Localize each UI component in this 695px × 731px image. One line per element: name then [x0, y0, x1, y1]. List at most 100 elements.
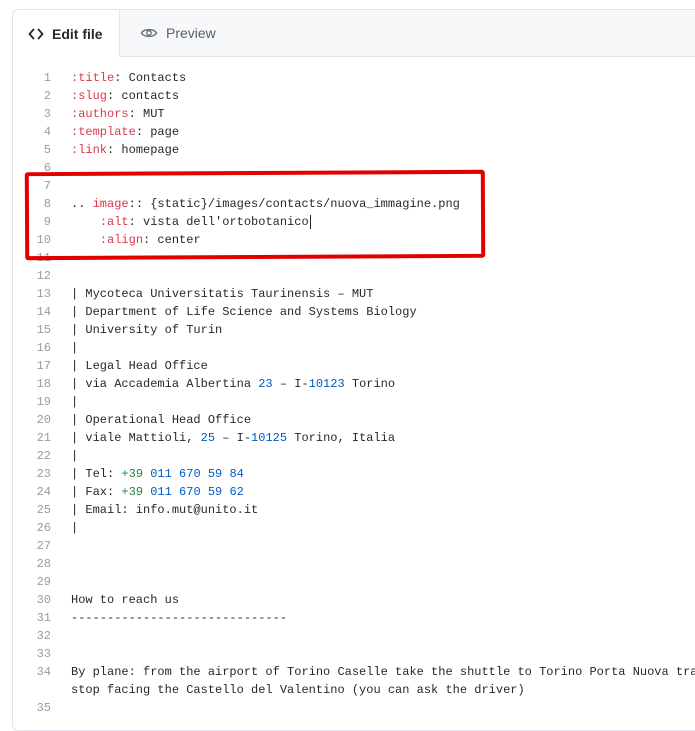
code-line[interactable]: 20 | Operational Head Office — [13, 411, 695, 429]
line-number: 21 — [36, 431, 51, 445]
code-token: :align — [99, 233, 144, 247]
code-token: How to reach us — [71, 593, 180, 607]
code-line[interactable]: 4 :template: page — [13, 123, 695, 141]
line-code: | Department of Life Science and Systems… — [71, 303, 417, 321]
line-code: :align: center — [71, 231, 201, 249]
code-token: : homepage — [107, 143, 180, 157]
code-line[interactable]: 19 | — [13, 393, 695, 411]
code-line[interactable]: 34 By plane: from the airport of Torino C… — [13, 663, 695, 681]
code-token: :link — [71, 143, 108, 157]
line-code: | University of Turin — [71, 321, 222, 339]
line-number: 19 — [36, 395, 51, 409]
line-number: 18 — [36, 377, 51, 391]
line-code: | — [71, 393, 78, 411]
code-token: ------------------------------ — [71, 611, 288, 625]
code-token: image — [92, 197, 129, 211]
code-token: .. — [71, 197, 93, 211]
code-line[interactable]: 14 | Department of Life Science and Syste… — [13, 303, 695, 321]
code-token: :: {static}/images/contacts/nuova_immagi… — [128, 197, 460, 211]
code-line[interactable]: 26 | — [13, 519, 695, 537]
line-code: | — [71, 519, 78, 537]
line-number: 31 — [36, 611, 51, 625]
code-line[interactable]: 3:authors: MUT — [13, 105, 695, 123]
code-line[interactable]: 10 :align: center — [13, 231, 695, 249]
code-line[interactable]: 2:slug: contacts — [13, 87, 695, 105]
code-line[interactable]: 29 — [13, 573, 695, 591]
code-token: | Tel: — [71, 467, 122, 481]
code-line[interactable]: 32 — [13, 627, 695, 645]
line-number: 9 — [43, 215, 51, 229]
code-token: | University of Turin — [71, 323, 223, 337]
line-code: | Mycoteca Universitatis Taurinensis – M… — [71, 285, 373, 303]
line-code: :template: page — [71, 123, 179, 141]
code-line[interactable]: 16 | — [13, 339, 695, 357]
code-token: +39 — [121, 485, 144, 499]
code-line[interactable]: 1:title: Contacts — [13, 69, 695, 87]
line-code: | Email: info.mut@unito.it — [71, 501, 258, 519]
line-code: stop facing the Castello del Valentino (… — [71, 681, 525, 699]
code-line[interactable]: 9 :alt: vista dell'ortobotanico — [13, 213, 695, 231]
line-number: 16 — [36, 341, 51, 355]
line-code: ------------------------------ — [71, 609, 287, 627]
code-token: :template — [71, 125, 136, 139]
line-code: | via Accademia Albertina 23 – I-10123 T… — [71, 375, 395, 393]
tab-preview[interactable]: Preview — [121, 10, 216, 56]
code-token: 011 670 59 84 — [150, 467, 244, 481]
line-number: 35 — [36, 701, 51, 715]
code-line[interactable]: 31 ------------------------------ — [13, 609, 695, 627]
line-code: | Tel: +39 011 670 59 84 — [71, 465, 244, 483]
line-code: :link: homepage — [71, 141, 179, 159]
code-line[interactable]: 33 — [13, 645, 695, 663]
code-editor[interactable]: 1:title: Contacts 2:slug: contacts 3:autho… — [13, 57, 695, 730]
code-token: – I- — [272, 377, 309, 391]
line-code: | Operational Head Office — [71, 411, 251, 429]
line-code: By plane: from the airport of Torino Cas… — [71, 663, 695, 681]
code-line[interactable]: 7 — [13, 177, 695, 195]
tab-edit-file[interactable]: Edit file — [13, 10, 120, 57]
line-number: 34 — [36, 665, 51, 679]
line-number: 12 — [36, 269, 51, 283]
code-token: | Operational Head Office — [71, 413, 252, 427]
code-line[interactable]: 13 | Mycoteca Universitatis Taurinensis –… — [13, 285, 695, 303]
code-line[interactable]: 25 | Email: info.mut@unito.it — [13, 501, 695, 519]
code-token: | Fax: — [71, 485, 122, 499]
eye-icon — [140, 25, 158, 41]
code-line[interactable]: 21 | viale Mattioli, 25 – I-10125 Torino,… — [13, 429, 695, 447]
code-token: : MUT — [128, 107, 165, 121]
code-line[interactable]: 11 — [13, 249, 695, 267]
code-line[interactable]: 27 — [13, 537, 695, 555]
line-number: 4 — [43, 125, 51, 139]
code-line[interactable]: 18 | via Accademia Albertina 23 – I-10123… — [13, 375, 695, 393]
code-token: 25 — [200, 431, 216, 445]
tab-edit-file-label: Edit file — [52, 25, 103, 42]
code-token: 10125 — [251, 431, 288, 445]
line-number: 15 — [36, 323, 51, 337]
code-line[interactable]: stop facing the Castello del Valentino (… — [13, 681, 695, 699]
line-number: 13 — [36, 287, 51, 301]
code-line[interactable]: 30 How to reach us — [13, 591, 695, 609]
code-line[interactable]: 17 | Legal Head Office — [13, 357, 695, 375]
line-number: 11 — [36, 251, 51, 265]
code-line[interactable]: 5:link: homepage — [13, 141, 695, 159]
code-line[interactable]: 28 — [13, 555, 695, 573]
code-line[interactable]: 35 — [13, 699, 695, 717]
code-line[interactable]: 23 | Tel: +39 011 670 59 84 — [13, 465, 695, 483]
line-code: | — [71, 447, 78, 465]
line-number: 3 — [43, 107, 51, 121]
code-line[interactable]: 8.. image:: {static}/images/contacts/nuo… — [13, 195, 695, 213]
code-token: : page — [135, 125, 180, 139]
code-token: | Legal Head Office — [71, 359, 208, 373]
line-number: 30 — [36, 593, 51, 607]
line-code: | Legal Head Office — [71, 357, 208, 375]
code-line[interactable]: 24 | Fax: +39 011 670 59 62 — [13, 483, 695, 501]
code-line[interactable]: 6 — [13, 159, 695, 177]
code-line[interactable]: 22 | — [13, 447, 695, 465]
line-number: 10 — [36, 233, 51, 247]
code-line[interactable]: 15 | University of Turin — [13, 321, 695, 339]
line-number: 8 — [43, 197, 51, 211]
code-token: By plane: from the airport of Torino Cas… — [71, 665, 695, 679]
code-line[interactable]: 12 — [13, 267, 695, 285]
code-token: : center — [143, 233, 201, 247]
code-token: 011 670 59 62 — [150, 485, 244, 499]
